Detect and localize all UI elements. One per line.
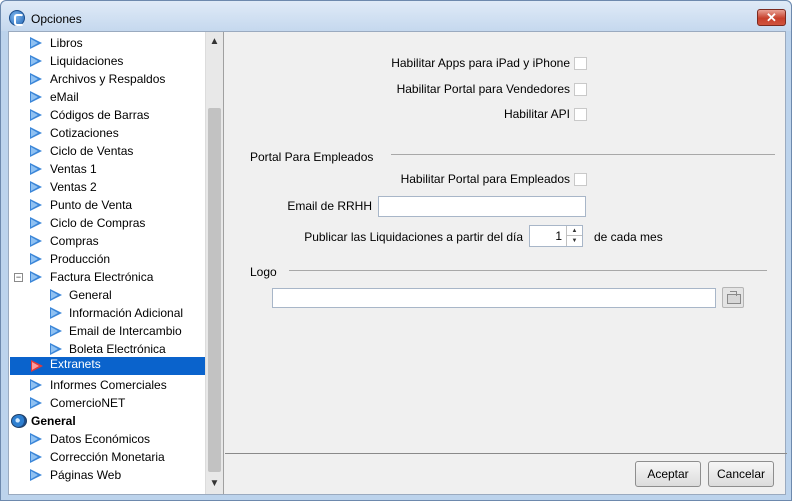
group-divider <box>391 154 775 155</box>
tree-item-label: Producción <box>50 252 111 266</box>
cada-mes-label: de cada mes <box>594 230 663 244</box>
play-arrow-icon <box>30 163 42 175</box>
tree-item-label: Páginas Web <box>50 468 122 482</box>
logo-path-field[interactable] <box>272 288 716 308</box>
email-rrhh-field[interactable] <box>378 196 586 217</box>
tree-item-label: Punto de Venta <box>50 198 133 212</box>
cancel-button[interactable]: Cancelar <box>708 461 774 487</box>
ipad-apps-checkbox[interactable] <box>574 57 587 70</box>
extranets-panel: Habilitar Apps para iPad y iPhone Habili… <box>225 32 785 452</box>
portal-empleados-checkbox[interactable] <box>574 173 587 186</box>
tree-scrollbar[interactable]: ▲ ▼ <box>205 32 223 494</box>
tree-item-extranets[interactable]: Extranets <box>10 357 205 375</box>
tree-item-label: Extranets <box>50 357 101 371</box>
play-arrow-icon <box>30 109 42 121</box>
play-arrow-red-icon <box>31 360 43 372</box>
email-rrhh-label: Email de RRHH <box>287 199 372 213</box>
tree-item-label: Libros <box>50 36 83 50</box>
play-arrow-icon <box>30 271 42 283</box>
stepper-buttons: ▲ ▼ <box>566 226 582 246</box>
scroll-up-icon[interactable]: ▲ <box>206 33 223 50</box>
play-arrow-icon <box>30 199 42 211</box>
group-divider <box>289 270 767 271</box>
dia-value: 1 <box>555 229 562 243</box>
play-arrow-icon <box>30 73 42 85</box>
tree-item-label: Compras <box>50 234 99 248</box>
tree-item-label: Cotizaciones <box>50 126 119 140</box>
tree-item-label: Información Adicional <box>69 306 184 320</box>
portal-empleados-label: Habilitar Portal para Empleados <box>400 172 570 186</box>
tree-item-label: Ciclo de Compras <box>50 216 146 230</box>
tree-item-label: Códigos de Barras <box>50 108 150 122</box>
logo-group-title: Logo <box>250 265 277 279</box>
dialog-body: Libros Liquidaciones Archivos y Respaldo… <box>8 31 787 495</box>
title-bar[interactable]: Opciones ✕ <box>1 1 791 31</box>
play-arrow-icon <box>50 325 62 337</box>
stepper-down-icon[interactable]: ▼ <box>567 236 582 246</box>
tree-item-label: Boleta Electrónica <box>69 342 166 356</box>
ipad-apps-label: Habilitar Apps para iPad y iPhone <box>391 56 570 70</box>
scroll-thumb[interactable] <box>208 108 221 472</box>
play-arrow-icon <box>50 289 62 301</box>
tree-item-label: ComercioNET <box>50 396 126 410</box>
empleados-group-title: Portal Para Empleados <box>250 150 374 164</box>
stepper-up-icon[interactable]: ▲ <box>567 226 582 236</box>
app-logo-icon <box>9 10 25 26</box>
accept-button[interactable]: Aceptar <box>635 461 701 487</box>
portal-vendedores-checkbox[interactable] <box>574 83 587 96</box>
tree-item-label: Factura Electrónica <box>50 270 154 284</box>
play-arrow-icon <box>30 127 42 139</box>
globe-icon <box>11 414 27 428</box>
play-arrow-icon <box>30 235 42 247</box>
play-arrow-icon <box>30 379 42 391</box>
tree-item-label: Ventas 1 <box>50 162 97 176</box>
play-arrow-icon <box>30 55 42 67</box>
play-arrow-icon <box>30 145 42 157</box>
play-arrow-icon <box>30 217 42 229</box>
tree-item-label: General <box>69 288 112 302</box>
api-checkbox[interactable] <box>574 108 587 121</box>
play-arrow-icon <box>50 343 62 355</box>
portal-vendedores-label: Habilitar Portal para Vendedores <box>396 82 570 96</box>
close-button[interactable]: ✕ <box>757 9 786 26</box>
footer-divider <box>225 453 787 454</box>
play-arrow-icon <box>30 451 42 463</box>
play-arrow-icon <box>30 181 42 193</box>
play-arrow-icon <box>30 91 42 103</box>
tree-item-label: Liquidaciones <box>50 54 124 68</box>
tree-item-label: Datos Económicos <box>50 432 151 446</box>
tree-item-label: General <box>31 414 76 428</box>
play-arrow-icon <box>30 37 42 49</box>
tree-item-label: Email de Intercambio <box>69 324 182 338</box>
tree-item-label: Ventas 2 <box>50 180 97 194</box>
tree-item-label: Corrección Monetaria <box>50 450 165 464</box>
options-window: Opciones ✕ Libros Liquidaciones Archivos… <box>0 0 792 501</box>
play-arrow-icon <box>30 433 42 445</box>
collapse-toggle-icon[interactable]: − <box>14 273 23 282</box>
tree-item-label: eMail <box>50 90 79 104</box>
tree-item-label: Ciclo de Ventas <box>50 144 134 158</box>
publicar-liquidaciones-label: Publicar las Liquidaciones a partir del … <box>304 230 523 244</box>
play-arrow-icon <box>30 469 42 481</box>
open-folder-icon[interactable] <box>722 287 744 308</box>
window-title: Opciones <box>31 12 82 26</box>
tree-item-label: Informes Comerciales <box>50 378 167 392</box>
play-arrow-icon <box>30 253 42 265</box>
scroll-down-icon[interactable]: ▼ <box>206 475 223 492</box>
api-label: Habilitar API <box>503 107 570 121</box>
play-arrow-icon <box>30 397 42 409</box>
play-arrow-icon <box>50 307 62 319</box>
tree-item-label: Archivos y Respaldos <box>50 72 166 86</box>
options-tree: Libros Liquidaciones Archivos y Respaldo… <box>9 32 224 494</box>
dia-stepper[interactable]: 1 ▲ ▼ <box>529 225 583 247</box>
